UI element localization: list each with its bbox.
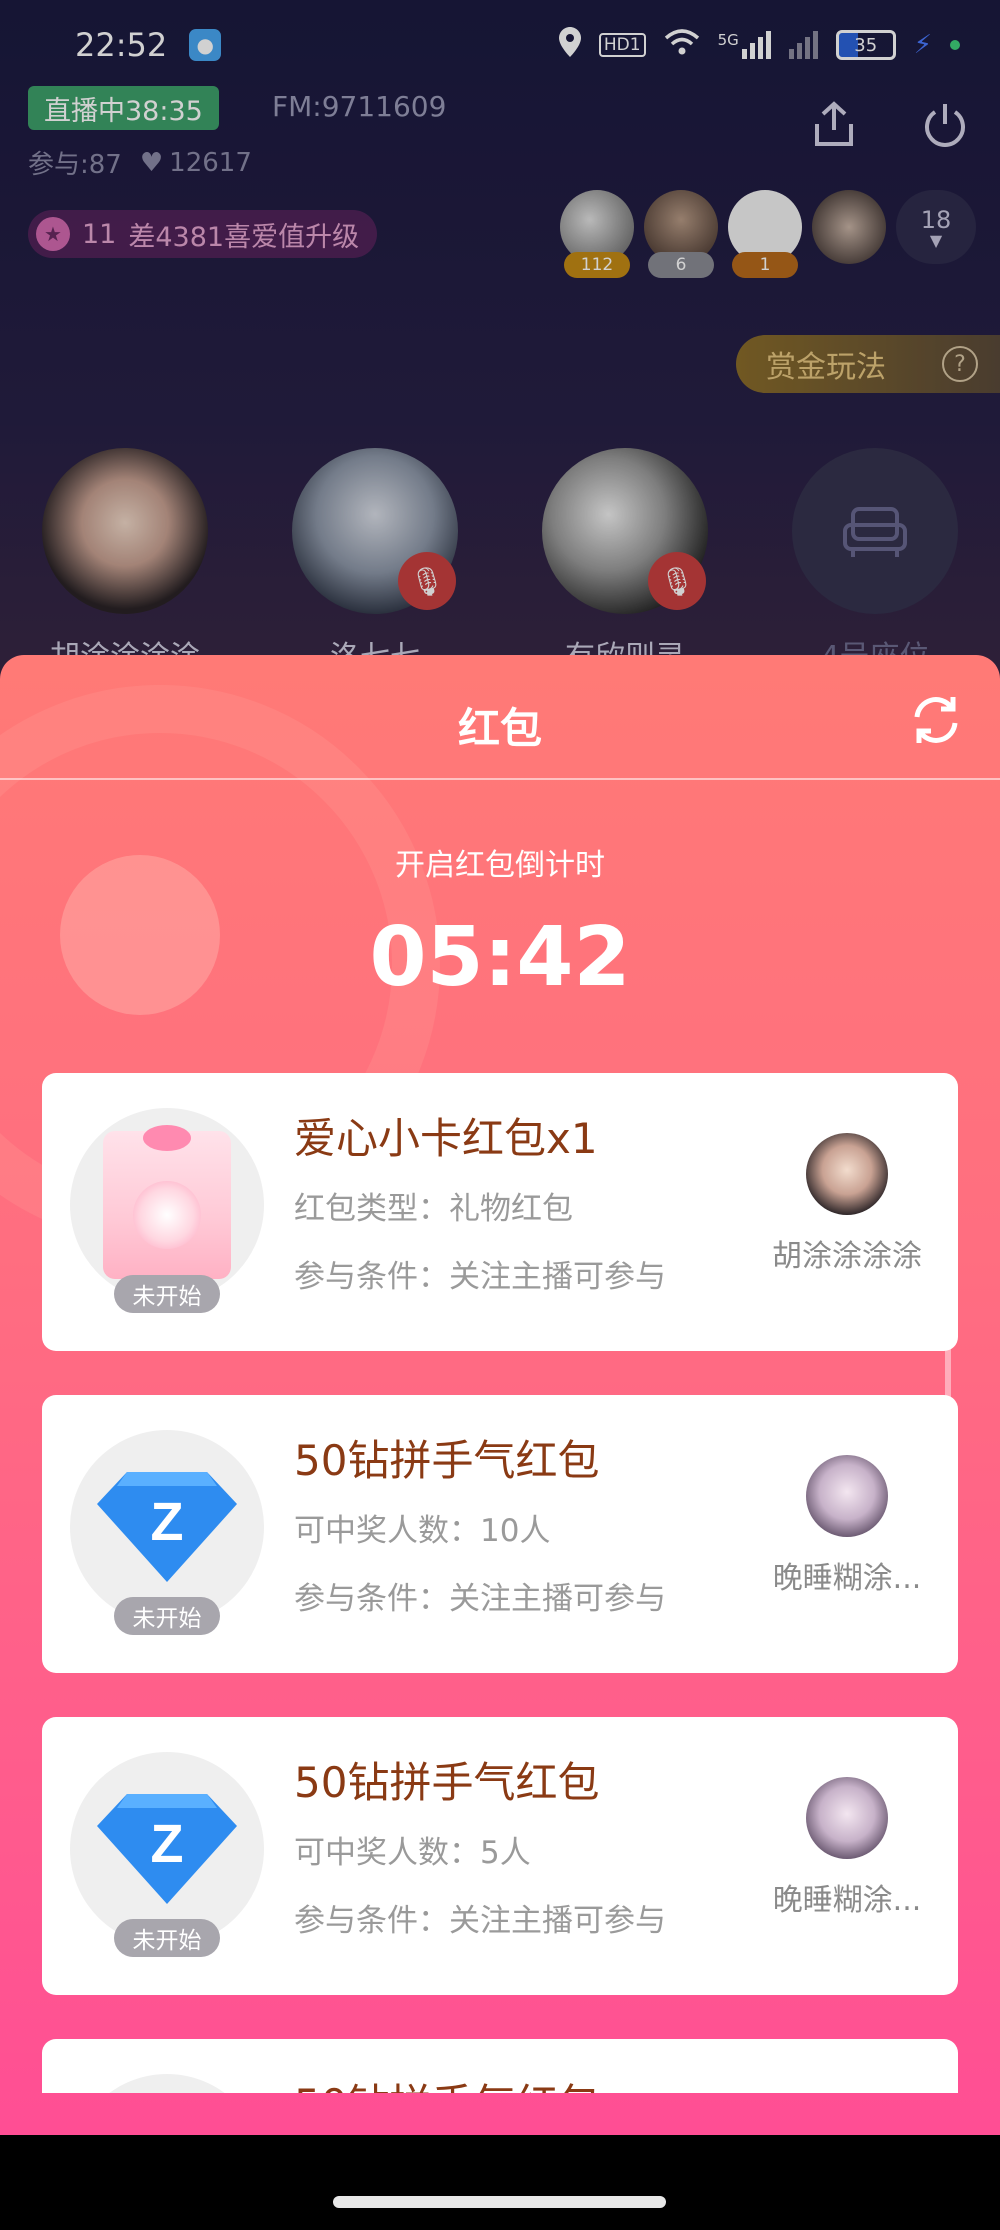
gift-cake-icon	[103, 1125, 231, 1279]
system-nav-bar	[0, 2135, 1000, 2230]
modal-dim-overlay[interactable]	[0, 0, 1000, 700]
packet-condition: 参与条件：关注主播可参与	[294, 1903, 666, 1939]
host-avatar	[806, 1133, 888, 1215]
status-badge: 未开始	[114, 1597, 220, 1635]
packet-type: 红包类型：礼物红包	[294, 1191, 573, 1227]
packet-title: 50钻拼手气红包	[294, 1758, 600, 1807]
host-avatar	[806, 1777, 888, 1859]
svg-text:Z: Z	[151, 1814, 184, 1874]
red-packet-card[interactable]: Z 未开始 50钻拼手气红包 可中奖人数：10人 参与条件：关注主播可参与 晚睡…	[42, 1395, 958, 1673]
packet-title: 50钻拼手气红包	[294, 2071, 599, 2093]
divider	[0, 778, 1000, 780]
sheet-title: 红包	[457, 704, 542, 753]
red-packet-list[interactable]: 未开始 爱心小卡红包x1 红包类型：礼物红包 参与条件：关注主播可参与 胡涂涂涂…	[42, 1073, 958, 2093]
packet-condition: 参与条件：关注主播可参与	[294, 1581, 666, 1617]
packet-icon-wrap: Z	[70, 1430, 264, 1624]
red-packet-card[interactable]: Z 未开始 50钻拼手气红包 可中奖人数：5人 参与条件：关注主播可参与 晚睡糊…	[42, 1717, 958, 1995]
host-name: 胡涂涂涂涂	[772, 1239, 922, 1274]
status-badge: 未开始	[114, 1275, 220, 1313]
red-packet-card[interactable]: 50钻拼手气红包	[42, 2039, 958, 2093]
red-packet-sheet: 红包 开启红包倒计时 05:42 未开始 爱心小卡红包x1 红包类型：礼物红包 …	[0, 655, 1000, 2135]
winner-count: 可中奖人数：5人	[294, 1835, 531, 1871]
packet-icon-wrap	[70, 1108, 264, 1302]
packet-title: 50钻拼手气红包	[294, 1436, 600, 1485]
red-packet-card[interactable]: 未开始 爱心小卡红包x1 红包类型：礼物红包 参与条件：关注主播可参与 胡涂涂涂…	[42, 1073, 958, 1351]
home-indicator[interactable]	[333, 2196, 666, 2208]
scrollbar[interactable]	[945, 1265, 951, 1480]
refresh-icon	[914, 697, 958, 743]
packet-icon-wrap	[70, 2074, 264, 2093]
packet-icon-wrap: Z	[70, 1752, 264, 1946]
host-avatar	[806, 1455, 888, 1537]
diamond-z-icon: Z	[97, 1794, 237, 1904]
packet-condition: 参与条件：关注主播可参与	[294, 1259, 666, 1295]
host-name: 晚睡糊涂...	[772, 1883, 922, 1918]
winner-count: 可中奖人数：10人	[294, 1513, 551, 1549]
host-name: 晚睡糊涂...	[772, 1561, 922, 1596]
diamond-z-icon: Z	[97, 1472, 237, 1582]
refresh-button[interactable]	[908, 692, 964, 748]
svg-text:Z: Z	[151, 1492, 184, 1552]
packet-title: 爱心小卡红包x1	[294, 1114, 598, 1163]
countdown-label: 开启红包倒计时	[395, 848, 605, 883]
countdown-timer: 05:42	[369, 910, 631, 1005]
status-badge: 未开始	[114, 1919, 220, 1957]
